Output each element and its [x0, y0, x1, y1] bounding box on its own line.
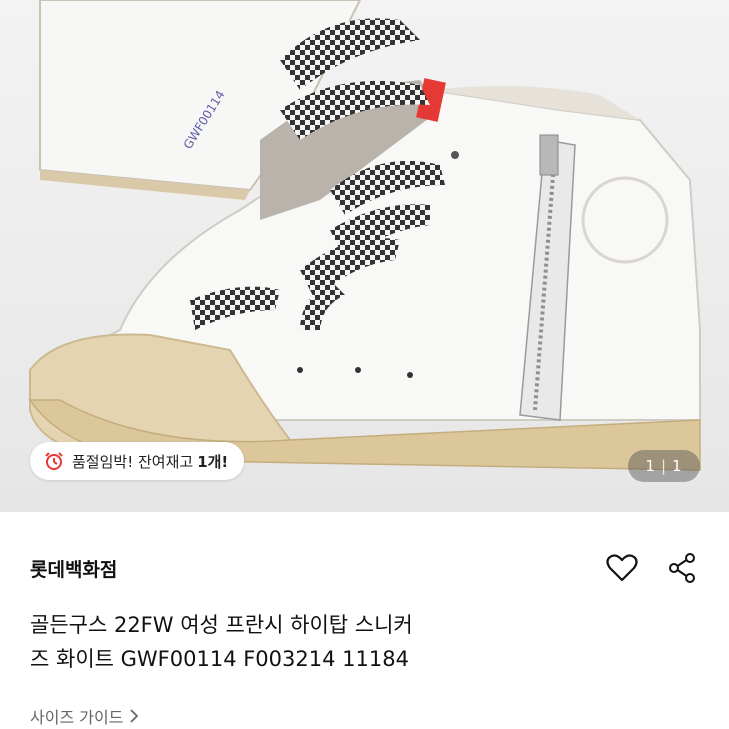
- heart-icon: [606, 554, 638, 582]
- image-counter-current: 1: [645, 457, 656, 475]
- share-icon: [669, 553, 695, 583]
- brand-row: 롯데백화점: [30, 545, 699, 591]
- chevron-right-icon: [130, 709, 139, 723]
- product-title-line-1: 골든구스 22FW 여성 프란시 하이탑 스니커: [30, 613, 413, 637]
- size-guide-link[interactable]: 사이즈 가이드: [30, 704, 139, 728]
- alarm-clock-icon: [45, 452, 63, 470]
- stock-badge-count: 1개!: [197, 452, 229, 471]
- wishlist-button[interactable]: [605, 551, 639, 585]
- image-counter: 1 | 1: [628, 450, 700, 482]
- brand-name[interactable]: 롯데백화점: [30, 555, 117, 582]
- product-actions: [605, 551, 699, 585]
- sneaker-image: GWF00114: [28, 0, 701, 471]
- size-guide-label: 사이즈 가이드: [30, 708, 124, 727]
- low-stock-badge: 품절임박! 잔여재고 1개!: [30, 442, 245, 480]
- product-title: 골든구스 22FW 여성 프란시 하이탑 스니커 즈 화이트 GWF00114 …: [30, 608, 670, 676]
- stock-badge-text: 품절임박! 잔여재고: [72, 452, 194, 471]
- image-counter-total: 1: [672, 457, 683, 475]
- share-button[interactable]: [665, 551, 699, 585]
- image-counter-separator: |: [660, 457, 668, 475]
- product-title-line-2: 즈 화이트 GWF00114 F003214 11184: [30, 647, 409, 671]
- product-image-carousel[interactable]: GWF00114 품절임박! 잔여재고 1개! 1 | 1: [0, 0, 729, 512]
